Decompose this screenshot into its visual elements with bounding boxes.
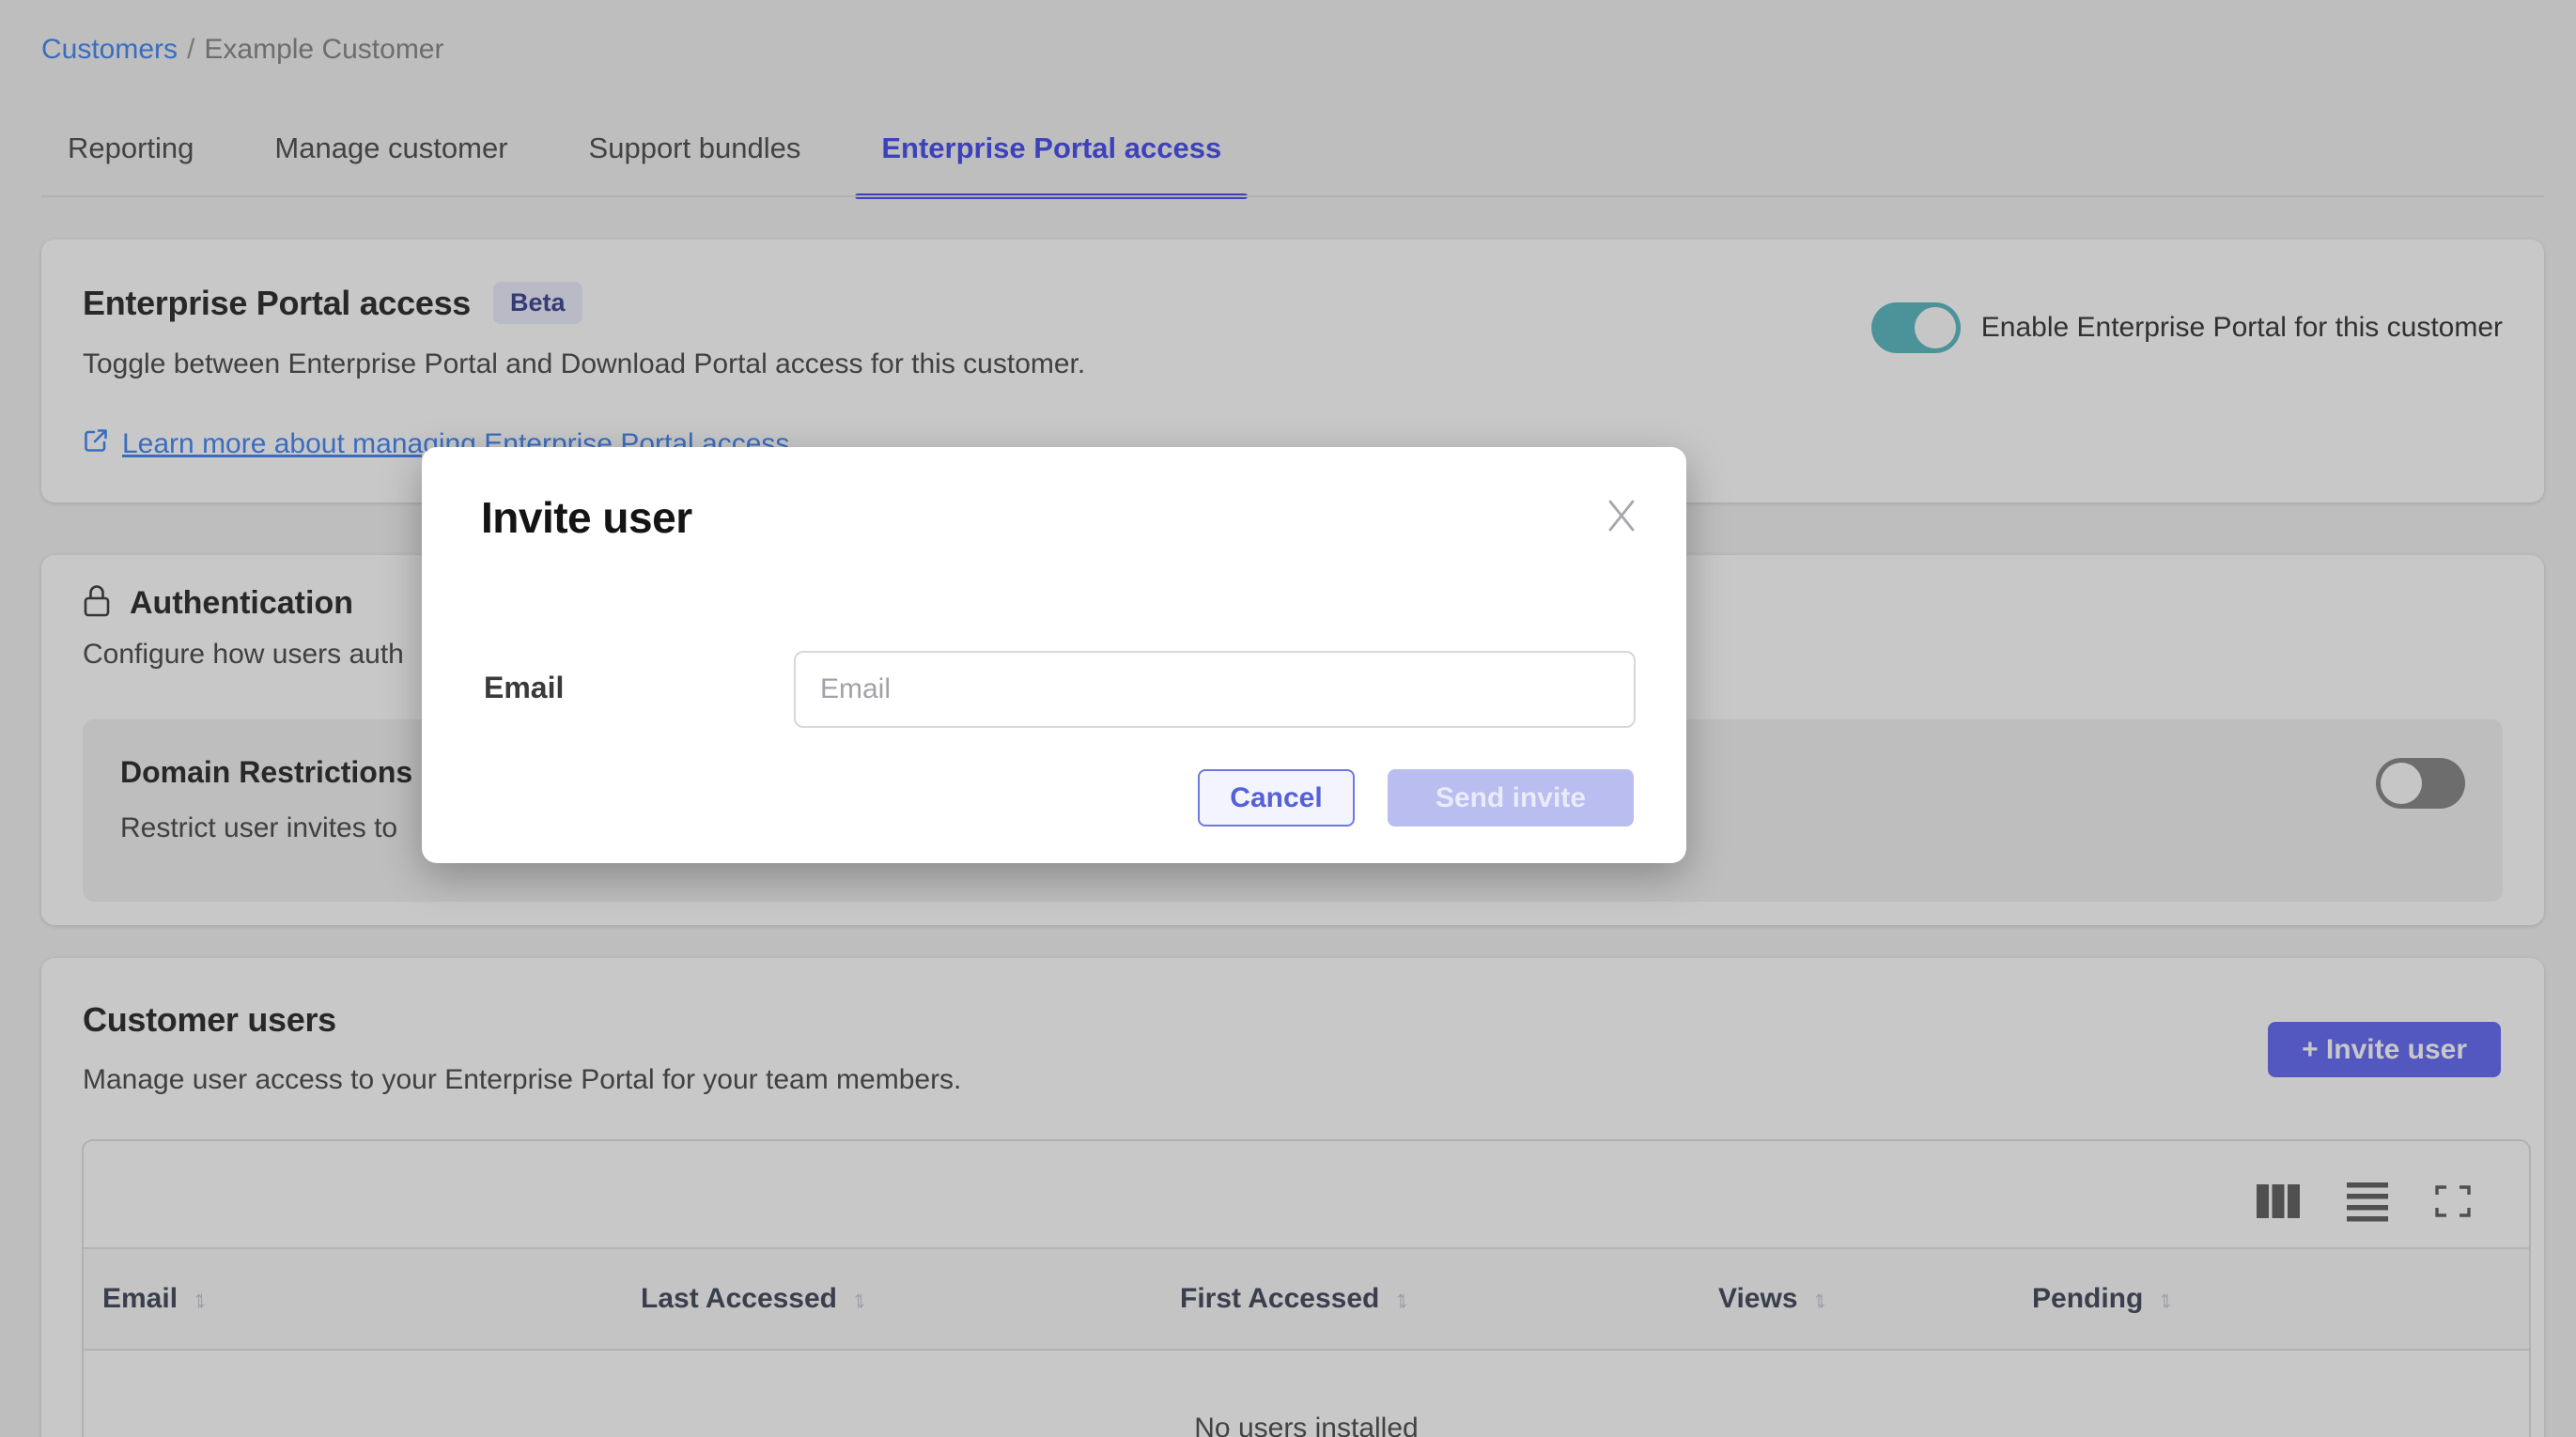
modal-title: Invite user (481, 492, 692, 543)
send-invite-button[interactable]: Send invite (1388, 769, 1634, 827)
close-icon[interactable] (1600, 494, 1643, 537)
cancel-button[interactable]: Cancel (1198, 769, 1355, 827)
email-field-label: Email (484, 671, 564, 705)
email-input[interactable] (794, 651, 1636, 728)
invite-user-modal: Invite user Email Cancel Send invite (422, 447, 1686, 863)
